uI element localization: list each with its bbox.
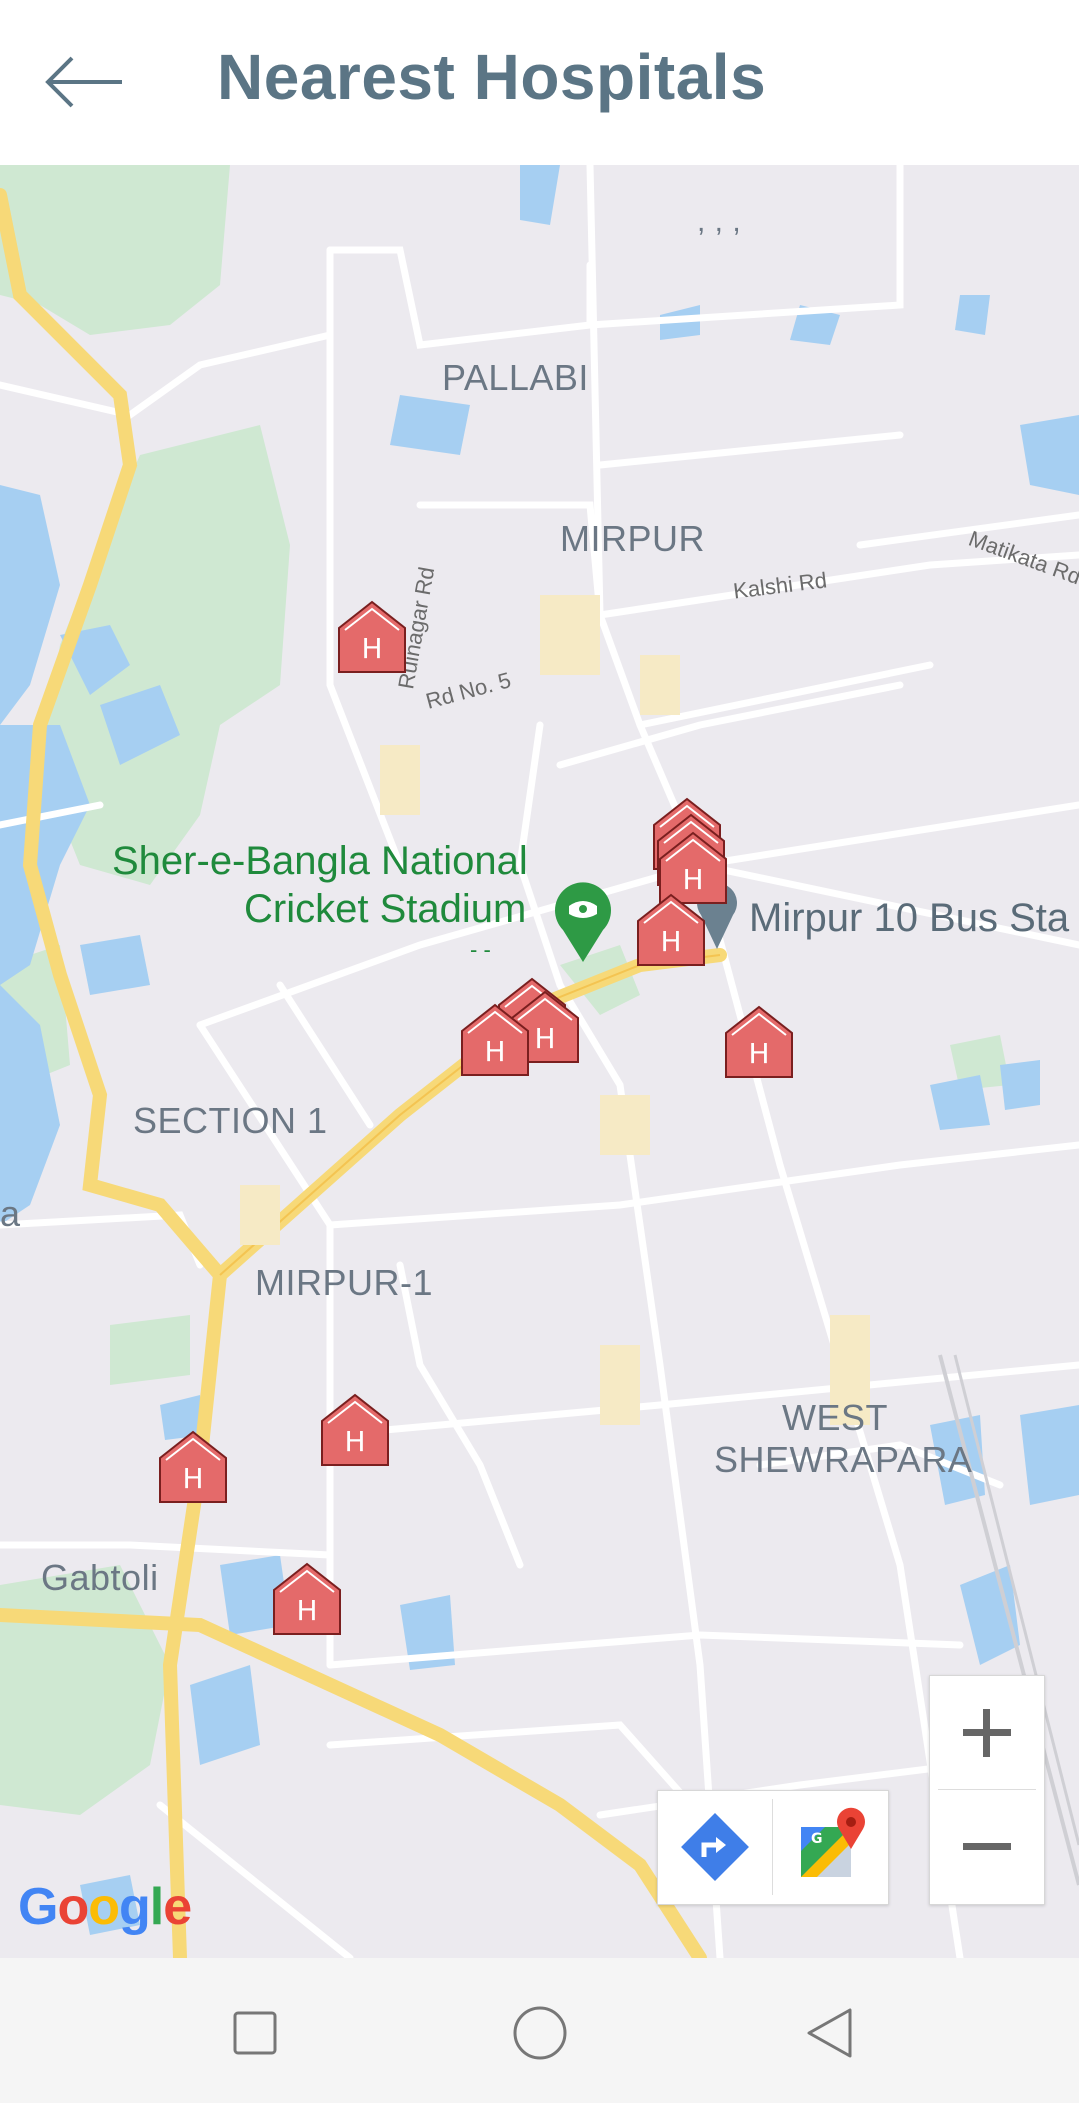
area-label-edge: a [0,1193,21,1234]
svg-text:H: H [484,1035,505,1068]
hospital-icon: H [725,1005,793,1078]
poi-stadium-sub: - - [470,937,491,962]
hospital-icon: H [637,893,705,966]
app-header: Nearest Hospitals [0,0,1079,165]
google-maps-icon: G [801,1807,865,1877]
open-in-maps-button[interactable]: G [773,1791,888,1904]
svg-text:H: H [361,632,382,665]
logo-letter: e [163,1878,192,1936]
zoom-controls [929,1675,1045,1905]
logo-letter: l [149,1878,164,1936]
map-view[interactable]: PALLABI MIRPUR SECTION 1 MIRPUR-1 WEST S… [0,165,1079,1958]
area-label-mirpur1: MIRPUR-1 [255,1262,434,1303]
poi-bus-stand-label: Mirpur 10 Bus Sta [749,896,1070,940]
page-title: Nearest Hospitals [217,41,767,113]
hospital-marker[interactable]: H [158,1430,228,1504]
hospital-icon: H [321,1393,389,1466]
minus-icon [963,1843,1011,1850]
poi-stadium-name-line2: Cricket Stadium [244,887,527,931]
plus-icon [963,1709,1011,1757]
hospital-marker[interactable]: H [337,600,407,674]
area-label-west: WEST [782,1397,888,1438]
triangle-back-icon [807,2008,852,2058]
svg-text:H: H [534,1022,555,1055]
stadium-pin[interactable] [553,878,613,963]
svg-text:H: H [344,1425,365,1458]
logo-letter: o [88,1878,120,1936]
hospital-icon: H [273,1562,341,1635]
hospital-icon: H [461,1003,529,1076]
map-toolbar: G [657,1790,889,1905]
directions-button[interactable] [658,1791,773,1904]
svg-text:H: H [748,1037,769,1070]
svg-text:G: G [811,1831,823,1847]
circle-icon [513,2006,567,2060]
hospital-marker[interactable]: H [636,893,706,967]
hospital-icon: H [159,1430,227,1503]
stadium-pin-icon [555,882,611,962]
svg-text:H: H [182,1462,203,1495]
svg-text:H: H [682,863,703,896]
zoom-out-button[interactable] [930,1790,1044,1903]
system-nav-bar [0,1958,1079,2103]
zoom-in-button[interactable] [930,1676,1044,1789]
svg-text:H: H [296,1594,317,1627]
area-label-section1: SECTION 1 [133,1100,328,1141]
area-label-ticks: , , , [697,205,742,238]
recent-apps-button[interactable] [220,1998,290,2068]
directions-icon [681,1813,749,1881]
hospital-marker[interactable]: H [320,1393,390,1467]
back-button[interactable] [40,42,130,122]
hospital-marker[interactable]: H [460,1003,530,1077]
area-label-shewrapara: SHEWRAPARA [714,1439,973,1480]
hospital-marker[interactable]: H [272,1562,342,1636]
logo-letter: g [118,1878,151,1936]
hospital-icon: H [338,600,406,673]
home-button[interactable] [505,1998,575,2068]
arrow-left-icon [45,56,122,108]
hospital-marker[interactable]: H [724,1005,794,1079]
square-icon [233,2011,277,2055]
svg-text:H: H [660,925,681,958]
area-label-mirpur: MIRPUR [560,518,705,559]
poi-stadium-name-line1: Sher-e-Bangla National [112,839,528,883]
logo-letter: o [57,1878,89,1936]
logo-letter: G [18,1878,58,1936]
area-label-pallabi: PALLABI [442,357,589,398]
back-nav-button[interactable] [795,1998,865,2068]
google-logo: Google [18,1877,192,1937]
area-label-gabtoli: Gabtoli [41,1557,159,1598]
